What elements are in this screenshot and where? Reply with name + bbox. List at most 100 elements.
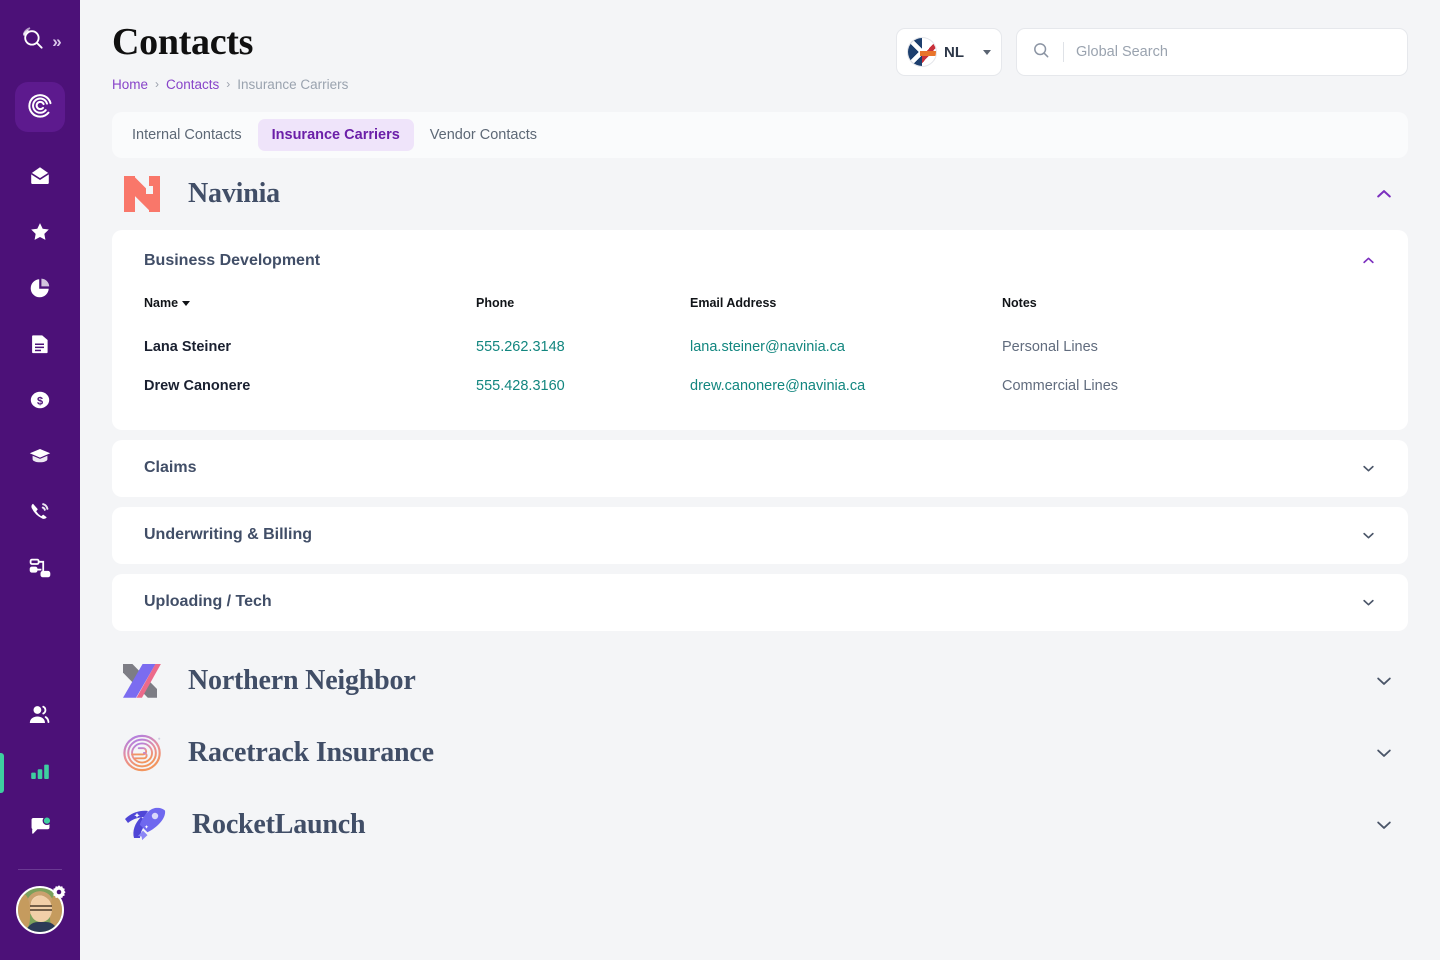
search-divider (1063, 42, 1064, 62)
section-title: Uploading / Tech (144, 593, 272, 611)
breadcrumb-separator: › (155, 77, 159, 91)
sidebar-item-inbox[interactable] (0, 150, 80, 206)
section-card-claims[interactable]: Claims (112, 440, 1408, 497)
carrier-name: RocketLaunch (192, 809, 365, 841)
sidebar-item-billing[interactable]: $ (0, 374, 80, 430)
chevron-down-icon[interactable] (1374, 743, 1394, 763)
chevron-down-icon[interactable] (1374, 671, 1394, 691)
global-search[interactable] (1016, 28, 1408, 76)
section-title: Claims (144, 459, 196, 477)
section-card-business-development: Business Development Name Phone Email Ad… (112, 230, 1408, 430)
table-row[interactable]: Lana Steiner 555.262.3148 lana.steiner@n… (144, 316, 1376, 355)
column-header-email[interactable]: Email Address (690, 296, 1002, 316)
column-header-phone[interactable]: Phone (476, 296, 690, 316)
search-input[interactable] (1076, 44, 1393, 60)
bar-chart-icon (28, 759, 52, 788)
page-header-left: Contacts Home › Contacts › Insurance Car… (112, 22, 896, 92)
section-header[interactable]: Business Development (144, 252, 1376, 270)
sort-descending-icon[interactable] (182, 301, 190, 306)
tab-vendor-contacts[interactable]: Vendor Contacts (416, 119, 551, 151)
avatar[interactable] (16, 886, 64, 934)
section-title: Underwriting & Billing (144, 526, 312, 544)
column-header-name-label: Name (144, 296, 178, 310)
section-title: Business Development (144, 252, 320, 270)
column-header-name[interactable]: Name (144, 296, 476, 316)
language-code: NL (944, 44, 964, 61)
pie-chart-icon (28, 276, 52, 305)
chevron-up-icon[interactable] (1361, 253, 1376, 268)
carrier-name: Racetrack Insurance (188, 737, 434, 769)
phone-link[interactable]: 555.262.3148 (476, 339, 565, 355)
cell-email: lana.steiner@navinia.ca (690, 316, 1002, 355)
sidebar-item-analytics[interactable] (0, 745, 80, 801)
page-title: Contacts (112, 22, 896, 64)
sidebar-item-favorites[interactable] (0, 206, 80, 262)
app-root: » (0, 0, 1440, 960)
breadcrumb-item-home[interactable]: Home (112, 77, 148, 92)
racetrack-insurance-logo (122, 733, 166, 773)
table-header-row: Name Phone Email Address Notes (144, 296, 1376, 316)
chevron-down-icon[interactable] (1361, 595, 1376, 610)
svg-text:$: $ (37, 395, 43, 407)
sidebar: » (0, 0, 80, 960)
breadcrumb-item-contacts[interactable]: Contacts (166, 77, 219, 92)
phone-link[interactable]: 555.428.3160 (476, 378, 565, 394)
cell-name: Drew Canonere (144, 355, 476, 394)
column-header-notes[interactable]: Notes (1002, 296, 1376, 316)
page-header-right: NL (896, 22, 1408, 76)
sidebar-divider (18, 869, 62, 870)
phone-icon (28, 500, 52, 529)
sidebar-top: » (0, 0, 80, 82)
language-selector[interactable]: NL (896, 28, 1002, 76)
sidebar-item-messages[interactable] (0, 801, 80, 857)
workflow-nodes-icon (28, 556, 52, 585)
northern-neighbor-logo (122, 661, 166, 701)
chevron-down-icon[interactable] (1374, 815, 1394, 835)
inbox-envelope-icon (28, 164, 52, 193)
app-logo-button[interactable] (15, 82, 65, 132)
swirl-logo-icon (25, 90, 55, 125)
search-motion-icon[interactable] (20, 26, 46, 57)
sidebar-item-calls[interactable] (0, 486, 80, 542)
chat-bubble-icon (28, 814, 53, 844)
sidebar-item-training[interactable] (0, 430, 80, 486)
cell-email: drew.canonere@navinia.ca (690, 355, 1002, 394)
graduation-cap-icon (28, 444, 52, 473)
tab-internal-contacts[interactable]: Internal Contacts (118, 119, 256, 151)
chevron-down-icon (983, 50, 991, 55)
table-row[interactable]: Drew Canonere 555.428.3160 drew.canonere… (144, 355, 1376, 394)
chevron-down-icon[interactable] (1361, 461, 1376, 476)
sidebar-item-documents[interactable] (0, 318, 80, 374)
email-link[interactable]: lana.steiner@navinia.ca (690, 339, 845, 355)
gear-icon[interactable] (51, 884, 67, 900)
carrier-name: Navinia (188, 178, 280, 210)
sidebar-item-reports[interactable] (0, 262, 80, 318)
carrier-header-northern-neighbor[interactable]: Northern Neighbor (112, 645, 1408, 717)
carrier-header-navinia[interactable]: Navinia (112, 158, 1408, 230)
breadcrumb-separator: › (226, 77, 230, 91)
chevron-up-icon[interactable] (1374, 184, 1394, 204)
sidebar-expand-button[interactable]: » (52, 33, 59, 50)
newfoundland-flag-icon (907, 37, 937, 67)
cell-notes: Commercial Lines (1002, 355, 1376, 394)
email-link[interactable]: drew.canonere@navinia.ca (690, 378, 865, 394)
page-header: Contacts Home › Contacts › Insurance Car… (80, 0, 1440, 92)
rocketlaunch-logo (122, 804, 170, 846)
carrier-header-rocketlaunch[interactable]: RocketLaunch (112, 789, 1408, 861)
cell-notes: Personal Lines (1002, 316, 1376, 355)
carrier-name: Northern Neighbor (188, 665, 416, 697)
carrier-header-racetrack-insurance[interactable]: Racetrack Insurance (112, 717, 1408, 789)
chevron-down-icon[interactable] (1361, 528, 1376, 543)
search-icon (1031, 40, 1051, 65)
breadcrumb-item-current: Insurance Carriers (237, 77, 348, 92)
cell-phone: 555.262.3148 (476, 316, 690, 355)
star-icon (28, 220, 52, 249)
section-card-uploading-tech[interactable]: Uploading / Tech (112, 574, 1408, 631)
document-icon (28, 332, 52, 361)
cell-phone: 555.428.3160 (476, 355, 690, 394)
main-content: Contacts Home › Contacts › Insurance Car… (80, 0, 1440, 960)
sidebar-item-workflow[interactable] (0, 542, 80, 598)
tab-insurance-carriers[interactable]: Insurance Carriers (258, 119, 414, 151)
section-card-underwriting-billing[interactable]: Underwriting & Billing (112, 507, 1408, 564)
sidebar-item-contacts[interactable] (0, 689, 80, 745)
